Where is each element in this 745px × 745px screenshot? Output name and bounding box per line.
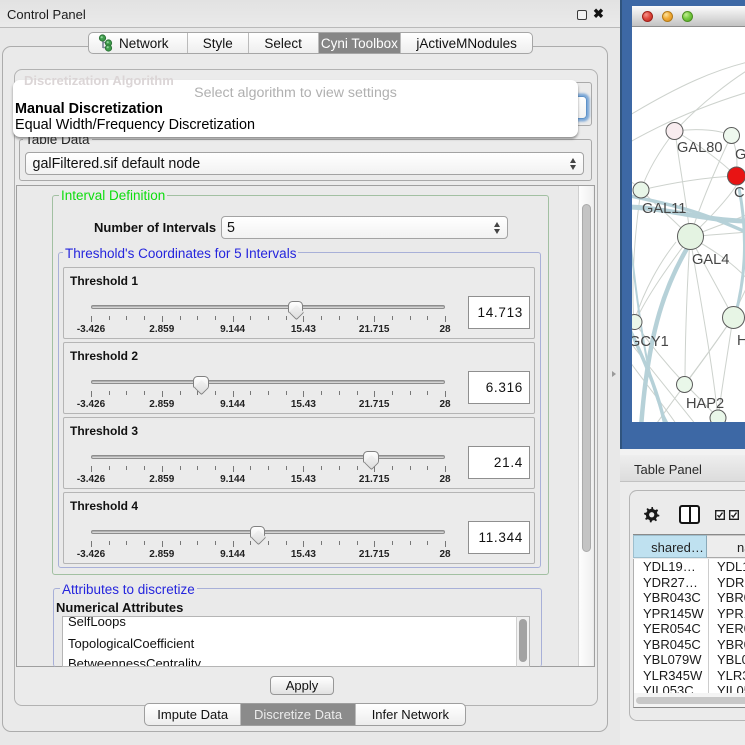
svg-text:HIS4: HIS4 xyxy=(737,333,745,349)
svg-text:GCY1: GCY1 xyxy=(632,334,669,350)
svg-text:GAL80: GAL80 xyxy=(677,140,722,156)
svg-text:GAL4: GAL4 xyxy=(692,252,729,268)
svg-text:GAL11: GAL11 xyxy=(642,201,686,217)
svg-text:GAL1: GAL1 xyxy=(735,147,745,163)
svg-text:HAP2: HAP2 xyxy=(686,396,724,412)
svg-text:CDC2: CDC2 xyxy=(734,185,745,201)
